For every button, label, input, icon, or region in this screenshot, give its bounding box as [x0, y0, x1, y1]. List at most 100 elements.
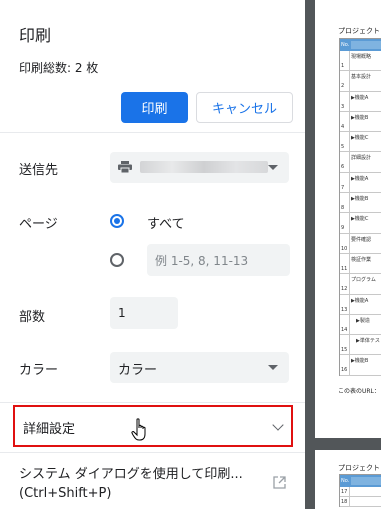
row-text: プログラム [351, 277, 376, 284]
color-select-value: カラー [118, 363, 158, 378]
row-number: 3 [341, 103, 345, 110]
table-divider [349, 335, 350, 355]
preview-table: No. 1 現場概略 2 基本設計 3 ▶機能A 4 ▶機能B 5 ▶機能C 6 詳細設計 7 ▶機能A 8… [339, 38, 381, 376]
table-divider [349, 497, 350, 506]
preview-page-1-content: プロジェクト： No. 1 現場概略 2 基本設計 3 ▶機能A 4 ▶機能B 5 ▶機能C 6 詳細… [305, 0, 381, 509]
table-divider [349, 91, 350, 111]
printer-icon [118, 161, 132, 173]
destination-label: 送信先 [19, 163, 59, 178]
table-divider [349, 253, 350, 274]
row-number: 17 [341, 489, 348, 495]
print-button[interactable]: 印刷 [121, 92, 188, 123]
row-number: 5 [341, 144, 345, 151]
hand-pointer-cursor-icon [131, 418, 146, 441]
divider [0, 452, 305, 453]
table-divider [349, 213, 350, 233]
dropdown-caret-icon [268, 165, 278, 170]
dropdown-caret-icon [268, 365, 278, 370]
table-row: 13 ▶機能A [340, 294, 381, 315]
table-divider [349, 294, 350, 314]
preview-title: プロジェクト： [338, 27, 381, 35]
table-divider [349, 111, 350, 132]
preview-table-page-2: No. 17 18 [339, 474, 381, 507]
row-number: 12 [341, 286, 348, 293]
destination-name-blurred [140, 161, 268, 173]
pages-custom-radio[interactable] [110, 253, 124, 267]
row-text: ▶製造 [351, 317, 370, 324]
row-number: 10 [341, 245, 348, 252]
row-number: 11 [341, 265, 348, 272]
table-row: 3 ▶機能A [340, 91, 381, 112]
table-divider [349, 314, 350, 335]
table-row: 18 [340, 497, 381, 507]
dialog-title: 印刷 [19, 26, 52, 45]
row-number: 1 [341, 63, 345, 69]
pages-custom-input[interactable]: 例 1-5, 8, 11-13 [147, 244, 290, 276]
table-row: 8 ▶機能B [340, 193, 381, 214]
table-rows: 17 18 [340, 487, 381, 507]
pages-label: ページ [19, 217, 58, 232]
row-number: 14 [341, 326, 348, 333]
table-row: 16 ▶機能B [340, 355, 381, 376]
table-rows: 1 現場概略 2 基本設計 3 ▶機能A 4 ▶機能B 5 ▶機能C 6 詳細設計 7 ▶機能A 8 ▶機能B… [340, 51, 381, 376]
row-number: 4 [341, 123, 345, 130]
row-text: 詳細設計 [351, 155, 372, 162]
total-sheets: 印刷総数: 2 枚 [19, 61, 99, 75]
table-header-no: No. [341, 42, 350, 48]
table-header-cell [351, 41, 381, 49]
row-text: ▶機能A [351, 297, 369, 304]
row-number: 7 [341, 184, 345, 191]
table-row: 1 現場概略 [340, 51, 381, 72]
advanced-settings-toggle[interactable]: 詳細設定 [13, 405, 293, 447]
table-row: 2 基本設計 [340, 71, 381, 92]
table-row: 4 ▶機能B [340, 111, 381, 133]
table-row: 5 ▶機能C [340, 132, 381, 153]
row-text: 基本設計 [351, 74, 372, 81]
table-divider [349, 193, 350, 213]
table-row: 17 [340, 487, 381, 497]
table-row: 12 プログラム [340, 274, 381, 295]
table-row: 9 ▶機能C [340, 213, 381, 234]
row-number: 9 [341, 225, 345, 232]
row-number: 13 [341, 306, 348, 313]
system-dialog-link[interactable]: システム ダイアログを使用して印刷... (Ctrl+Shift+P) [19, 465, 243, 503]
system-dialog-shortcut: (Ctrl+Shift+P) [19, 486, 112, 501]
row-number: 2 [341, 83, 345, 90]
row-text: ▶機能B [351, 196, 369, 203]
divider [0, 402, 305, 403]
open-external-icon [273, 476, 286, 489]
pages-all-radio[interactable] [110, 214, 124, 228]
row-number: 18 [341, 499, 348, 505]
preview-footnote: この表のURL： [338, 388, 380, 395]
table-divider [349, 274, 350, 294]
table-header: No. [340, 39, 381, 51]
table-row: 15 ▶単体テスト [340, 335, 381, 356]
table-divider [349, 152, 350, 172]
table-row: 14 ▶製造 [340, 314, 381, 336]
cancel-button[interactable]: キャンセル [196, 92, 293, 123]
row-text: 要件確認 [351, 236, 372, 243]
row-text: ▶機能B [351, 358, 369, 365]
table-row: 10 要件確認 [340, 233, 381, 254]
pages-all-label: すべて [147, 217, 185, 232]
row-text: ▶機能A [351, 94, 369, 101]
color-label: カラー [19, 363, 59, 378]
destination-select[interactable] [110, 152, 289, 183]
row-text: 現場概略 [351, 54, 372, 60]
row-text: ▶機能C [351, 135, 369, 142]
table-header-no: No. [341, 478, 350, 484]
table-divider [349, 233, 350, 253]
copies-input[interactable]: 1 [110, 297, 178, 329]
color-select[interactable]: カラー [110, 352, 289, 383]
table-row: 7 ▶機能A [340, 172, 381, 194]
copies-label: 部数 [19, 310, 46, 325]
row-text: ▶機能B [351, 114, 369, 121]
row-text: ▶機能A [351, 175, 369, 182]
row-text: ▶機能C [351, 216, 369, 223]
chevron-down-icon [272, 419, 284, 431]
table-row: 11 検証作業 [340, 253, 381, 275]
table-divider [349, 51, 350, 71]
divider [0, 132, 305, 133]
table-divider [349, 172, 350, 193]
row-text: 検証作業 [351, 256, 372, 263]
